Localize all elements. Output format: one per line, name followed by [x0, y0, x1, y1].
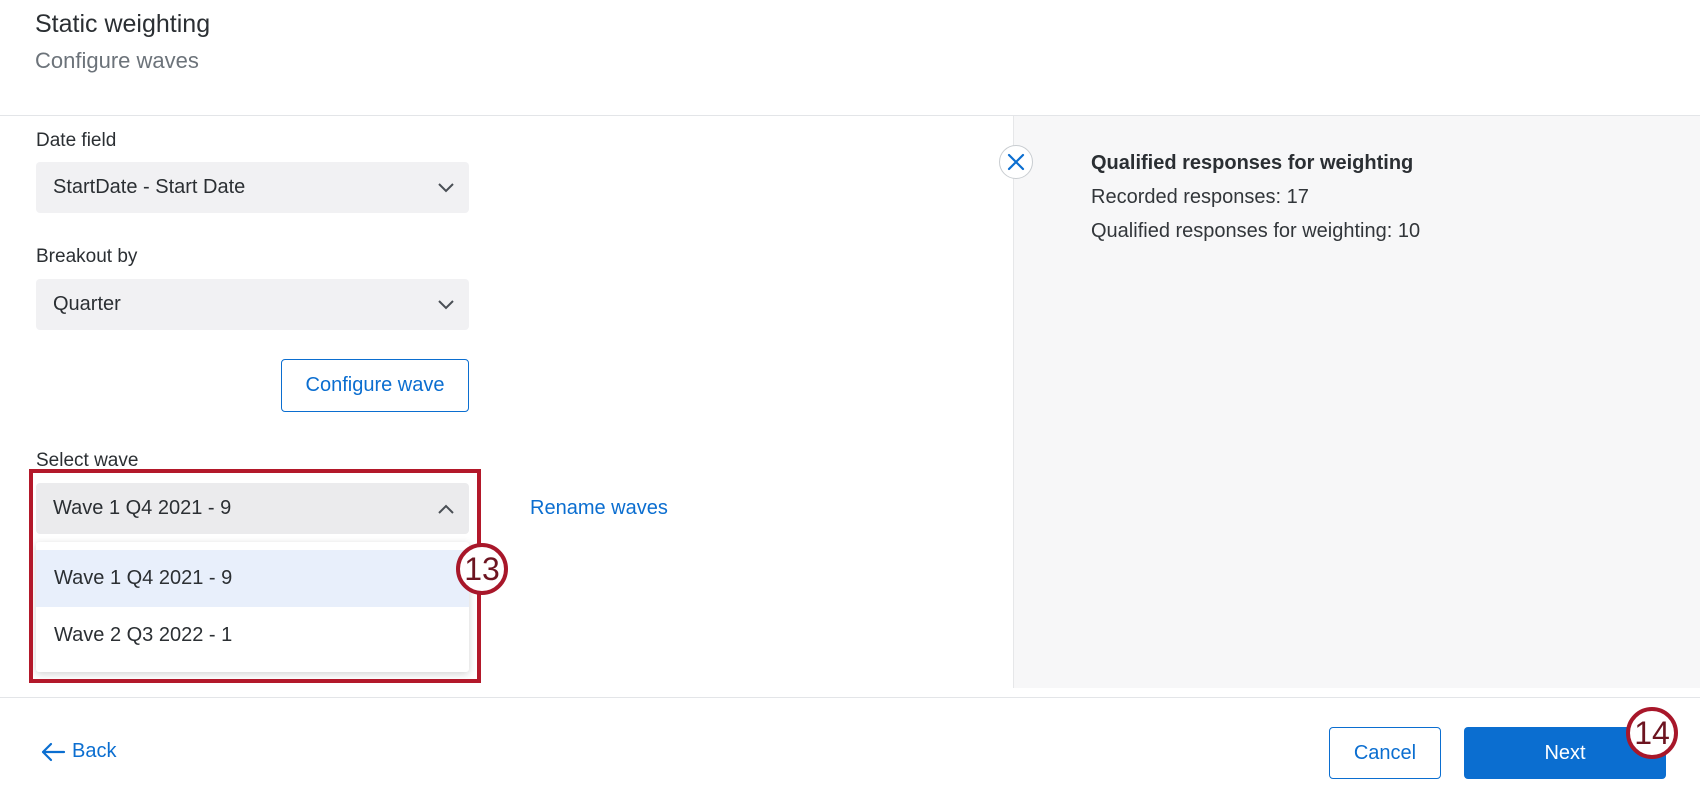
- close-panel-button[interactable]: [999, 145, 1033, 179]
- breakout-label: Breakout by: [36, 246, 138, 267]
- date-field-value: StartDate - Start Date: [53, 176, 246, 198]
- back-label: Back: [72, 740, 117, 762]
- arrow-left-icon: [41, 742, 66, 761]
- summary-title: Qualified responses for weighting: [1091, 152, 1414, 174]
- date-field-label: Date field: [36, 130, 117, 151]
- qualified-responses: Qualified responses for weighting: 10: [1091, 220, 1421, 242]
- close-icon: [1007, 153, 1025, 171]
- date-field-select[interactable]: StartDate - Start Date: [36, 162, 469, 213]
- recorded-responses: Recorded responses: 17: [1091, 186, 1309, 208]
- step-14-badge: 14: [1626, 707, 1678, 759]
- cancel-button[interactable]: Cancel: [1329, 727, 1441, 779]
- rename-waves-link[interactable]: Rename waves: [530, 497, 668, 520]
- configure-wave-button[interactable]: Configure wave: [281, 359, 469, 412]
- breakout-select[interactable]: Quarter: [36, 279, 469, 330]
- chevron-down-icon: [438, 299, 454, 309]
- back-link[interactable]: Back: [40, 740, 116, 763]
- step-13-badge: 13: [456, 543, 508, 595]
- annotation-highlight-box: [29, 469, 481, 683]
- page-subtitle: Configure waves: [35, 48, 199, 73]
- breakout-value: Quarter: [53, 293, 121, 315]
- chevron-down-icon: [438, 182, 454, 192]
- page-title: Static weighting: [35, 10, 211, 38]
- footer-divider: [0, 697, 1700, 698]
